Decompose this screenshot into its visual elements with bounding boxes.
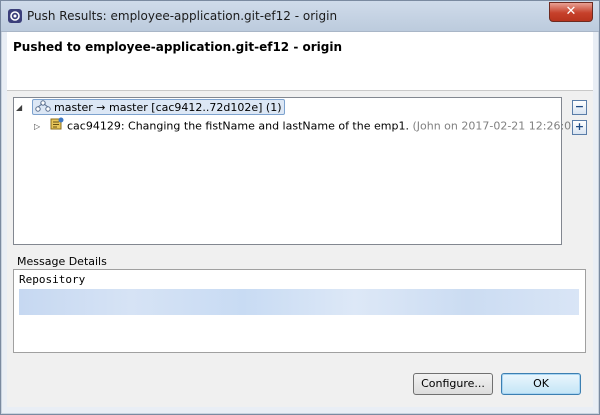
redacted-message-area: [19, 289, 579, 315]
branch-ref-icon: [34, 100, 51, 116]
message-details-label: Message Details: [17, 255, 107, 268]
expand-all-icon: +: [574, 120, 585, 133]
dialog-header: Pushed to employee-application.git-ef12 …: [7, 32, 593, 91]
configure-button[interactable]: Configure...: [413, 373, 493, 395]
message-details-box[interactable]: Repository: [13, 269, 586, 353]
push-results-dialog: Push Results: employee-application.git-e…: [0, 0, 600, 415]
tree-row-ref-update[interactable]: ◢ master → master [cac9412..72d102e] (1): [16, 99, 285, 117]
tree-collapsed-icon[interactable]: ▷: [34, 119, 46, 135]
push-results-tree[interactable]: ◢ master → master [cac9412..72d102e] (1)…: [13, 97, 582, 245]
ref-update-label: master → master [cac9412..72d102e] (1): [54, 101, 282, 114]
collapse-all-icon: −: [574, 100, 585, 113]
commit-label: cac94129: Changing the fistName and last…: [67, 119, 409, 133]
tree-item-selected[interactable]: master → master [cac9412..72d102e] (1): [31, 99, 285, 116]
page-title: Pushed to employee-application.git-ef12 …: [13, 40, 343, 54]
expand-all-button[interactable]: +: [572, 120, 587, 135]
tree-expanded-icon[interactable]: ◢: [16, 100, 28, 116]
close-icon: ✕: [565, 4, 577, 19]
dialog-content: ◢ master → master [cac9412..72d102e] (1)…: [7, 91, 593, 407]
commit-icon: [50, 117, 64, 136]
window-title: Push Results: employee-application.git-e…: [27, 9, 338, 23]
message-details-text: Repository: [19, 273, 86, 286]
collapse-all-button[interactable]: −: [572, 100, 587, 115]
ok-button[interactable]: OK: [501, 373, 581, 395]
commit-meta: (John on 2017-02-21 12:26:03): [412, 119, 583, 133]
tree-row-commit[interactable]: ▷ cac94129: Changing the fistName and la…: [34, 117, 582, 135]
push-results-icon: [7, 8, 23, 24]
title-bar[interactable]: Push Results: employee-application.git-e…: [1, 1, 599, 32]
close-button[interactable]: ✕: [549, 2, 593, 22]
